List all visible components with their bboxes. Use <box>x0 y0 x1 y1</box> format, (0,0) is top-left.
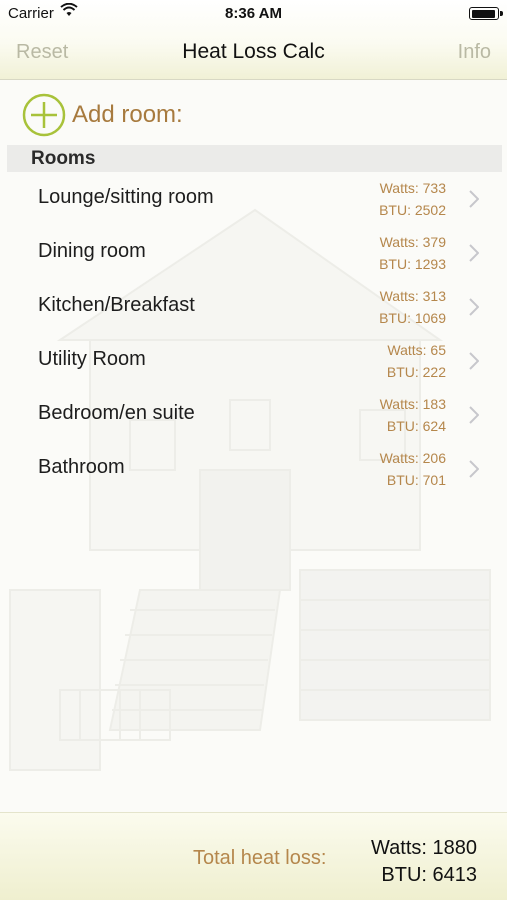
room-btu: BTU: 1069 <box>379 310 446 326</box>
status-bar: Carrier 8:36 AM <box>0 0 507 28</box>
room-values: Watts: 733 BTU: 2502 <box>379 177 446 221</box>
room-values: Watts: 379 BTU: 1293 <box>379 231 446 275</box>
battery-fill <box>471 9 495 18</box>
room-btu: BTU: 222 <box>386 364 446 380</box>
room-btu: BTU: 2502 <box>379 202 446 218</box>
room-row[interactable]: Kitchen/Breakfast Watts: 313 BTU: 1069 <box>0 280 507 334</box>
room-name: Bathroom <box>38 456 125 478</box>
chevron-right-icon <box>469 244 479 262</box>
chevron-right-icon <box>469 352 479 370</box>
room-row[interactable]: Dining room Watts: 379 BTU: 1293 <box>0 226 507 280</box>
info-button[interactable]: Info <box>458 41 491 64</box>
room-name: Dining room <box>38 240 146 262</box>
total-footer: Total heat loss: Watts: 1880 BTU: 6413 <box>0 812 507 900</box>
app-screen: Carrier 8:36 AM Reset Heat Loss Calc Inf… <box>0 0 507 900</box>
battery-icon <box>469 7 503 20</box>
room-btu: BTU: 1293 <box>379 256 446 272</box>
rooms-list: Lounge/sitting room Watts: 733 BTU: 2502… <box>0 172 507 496</box>
room-name: Utility Room <box>38 348 146 370</box>
room-name: Kitchen/Breakfast <box>38 294 195 316</box>
total-btu: BTU: 6413 <box>381 864 477 886</box>
room-btu: BTU: 624 <box>386 418 446 434</box>
room-values: Watts: 65 BTU: 222 <box>387 339 446 383</box>
top-bar: Carrier 8:36 AM Reset Heat Loss Calc Inf… <box>0 0 507 80</box>
room-values: Watts: 313 BTU: 1069 <box>379 285 446 329</box>
room-name: Lounge/sitting room <box>38 186 214 208</box>
total-watts: Watts: 1880 <box>371 837 477 859</box>
chevron-right-icon <box>469 406 479 424</box>
room-row[interactable]: Bedroom/en suite Watts: 183 BTU: 624 <box>0 388 507 442</box>
room-row[interactable]: Bathroom Watts: 206 BTU: 701 <box>0 442 507 496</box>
room-name: Bedroom/en suite <box>38 402 195 424</box>
chevron-right-icon <box>469 460 479 478</box>
navigation-bar: Reset Heat Loss Calc Info <box>0 28 507 78</box>
room-watts: Watts: 313 <box>379 288 446 304</box>
room-values: Watts: 206 BTU: 701 <box>380 447 446 491</box>
room-row[interactable]: Lounge/sitting room Watts: 733 BTU: 2502 <box>0 172 507 226</box>
room-watts: Watts: 379 <box>379 234 446 250</box>
plus-circle-icon <box>22 93 66 137</box>
add-room-label: Add room: <box>72 101 183 128</box>
chevron-right-icon <box>469 190 479 208</box>
rooms-section-header: Rooms <box>7 145 502 172</box>
room-values: Watts: 183 BTU: 624 <box>380 393 446 437</box>
room-watts: Watts: 733 <box>379 180 446 196</box>
room-watts: Watts: 206 <box>379 450 446 466</box>
total-values: Watts: 1880 BTU: 6413 <box>371 835 477 889</box>
chevron-right-icon <box>469 298 479 316</box>
total-heat-loss-label: Total heat loss: <box>193 847 327 869</box>
add-room-button[interactable]: Add room: <box>22 93 183 137</box>
status-time: 8:36 AM <box>225 5 282 22</box>
room-row[interactable]: Utility Room Watts: 65 BTU: 222 <box>0 334 507 388</box>
room-watts: Watts: 183 <box>379 396 446 412</box>
page-title: Heat Loss Calc <box>182 40 325 63</box>
room-watts: Watts: 65 <box>387 342 446 358</box>
room-btu: BTU: 701 <box>386 472 446 488</box>
